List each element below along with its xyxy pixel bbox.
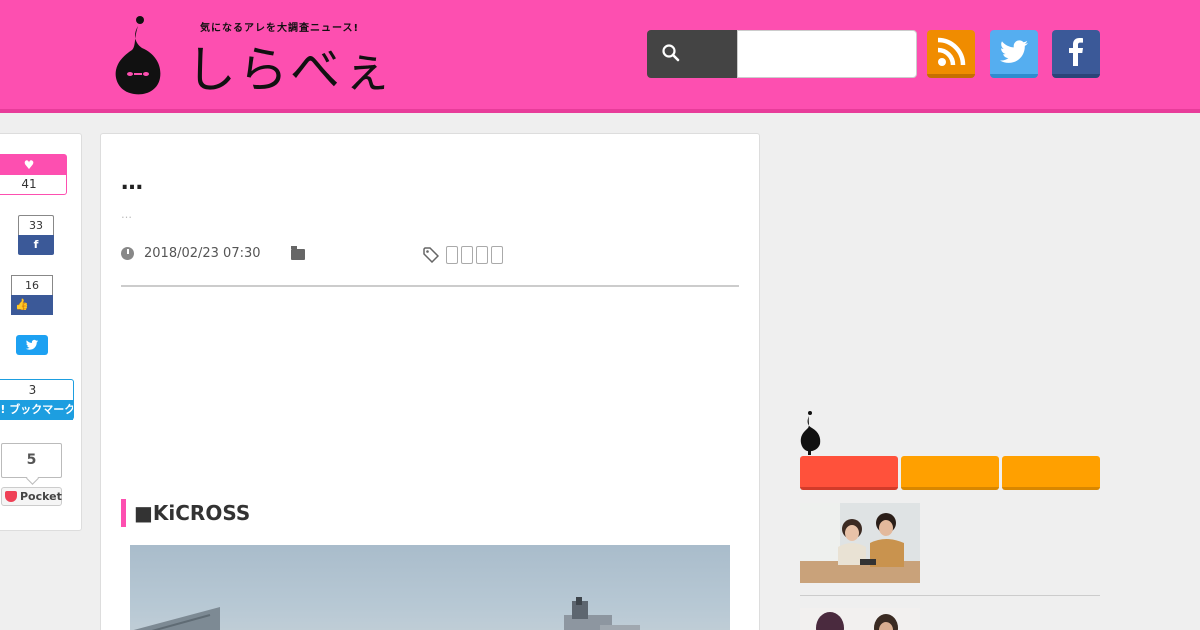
- hatena-bookmark-count: 3: [28, 383, 37, 397]
- ranking-tab-2[interactable]: [901, 456, 999, 490]
- sidebar-divider: [800, 595, 1100, 596]
- article-subtitle: …: [121, 208, 132, 221]
- like-button[interactable]: ♥ 41: [0, 154, 67, 195]
- search-box: [647, 30, 917, 78]
- tag-link[interactable]: [446, 246, 458, 264]
- sidebar-article-item[interactable]: [800, 608, 1100, 630]
- section-heading: ■KiCROSS: [121, 499, 250, 527]
- tag-list: [446, 246, 503, 264]
- tag-icon: [423, 247, 439, 263]
- facebook-icon: [1069, 38, 1083, 66]
- facebook-button[interactable]: [1052, 30, 1100, 78]
- heart-icon: ♥: [0, 155, 66, 175]
- search-button[interactable]: [647, 30, 737, 78]
- like-count: 41: [21, 177, 37, 191]
- logo-tagline: 気になるアレを大調査ニュース!: [200, 23, 360, 34]
- sidebar-article-thumbnail[interactable]: [800, 608, 920, 630]
- pocket-button[interactable]: Pocket: [1, 487, 62, 506]
- twitter-icon: [999, 40, 1028, 63]
- pocket-label: Pocket: [20, 490, 62, 503]
- facebook-icon: f: [18, 235, 54, 255]
- thumbs-up-icon: 👍: [11, 295, 53, 315]
- ranking-tab-1[interactable]: [800, 456, 898, 490]
- twitter-icon: [25, 339, 39, 350]
- facebook-like-button[interactable]: 16 👍: [11, 275, 53, 315]
- logo-wordmark: しらべぇ: [186, 41, 394, 99]
- sidebar-ranking-tabs: [800, 456, 1100, 490]
- tag-link[interactable]: [476, 246, 488, 264]
- twitter-button[interactable]: [990, 30, 1038, 78]
- site-header: 気になるアレを大調査ニュース! しらべぇ: [0, 0, 1200, 113]
- hatena-bookmark-button[interactable]: 3 B! ブックマーク: [0, 379, 74, 420]
- facebook-share-count: 33: [18, 215, 54, 235]
- article-meta: 2018/02/23 07:30: [121, 244, 741, 268]
- pocket-count: 5: [1, 443, 62, 478]
- pocket-icon: [5, 491, 17, 502]
- building-photo: [133, 597, 640, 630]
- folder-icon: [291, 246, 305, 260]
- tag-link[interactable]: [491, 246, 503, 264]
- sidebar-article-thumbnail[interactable]: [800, 503, 920, 583]
- divider: [121, 285, 739, 287]
- couple-photo: [800, 503, 920, 583]
- rss-icon: [937, 37, 966, 66]
- article-photo: [130, 545, 730, 630]
- article-card: … … 2018/02/23 07:30 ■KiCROSS: [100, 133, 760, 630]
- logo-mascot-icon: [115, 16, 161, 95]
- publish-date: 2018/02/23 07:30: [144, 246, 261, 261]
- hatena-bookmark-label: B! ブックマーク: [0, 400, 73, 420]
- search-input[interactable]: [737, 30, 917, 78]
- clock-icon: [121, 247, 134, 260]
- site-logo[interactable]: 気になるアレを大調査ニュース! しらべぇ: [112, 14, 392, 98]
- rss-button[interactable]: [927, 30, 975, 78]
- article-title: …: [121, 170, 144, 195]
- sidebar-article-item[interactable]: [800, 503, 1100, 583]
- facebook-like-count: 16: [11, 275, 53, 295]
- search-icon: [662, 44, 680, 62]
- mascot-icon: [800, 411, 821, 455]
- people-photo: [800, 608, 920, 630]
- ranking-tab-3[interactable]: [1002, 456, 1100, 490]
- tweet-button[interactable]: [16, 335, 48, 355]
- facebook-share-button[interactable]: 33 f: [18, 215, 54, 255]
- tag-link[interactable]: [461, 246, 473, 264]
- share-column: ♥ 41 33 f 16 👍 3 B! ブックマーク 5 Pocket: [0, 133, 82, 531]
